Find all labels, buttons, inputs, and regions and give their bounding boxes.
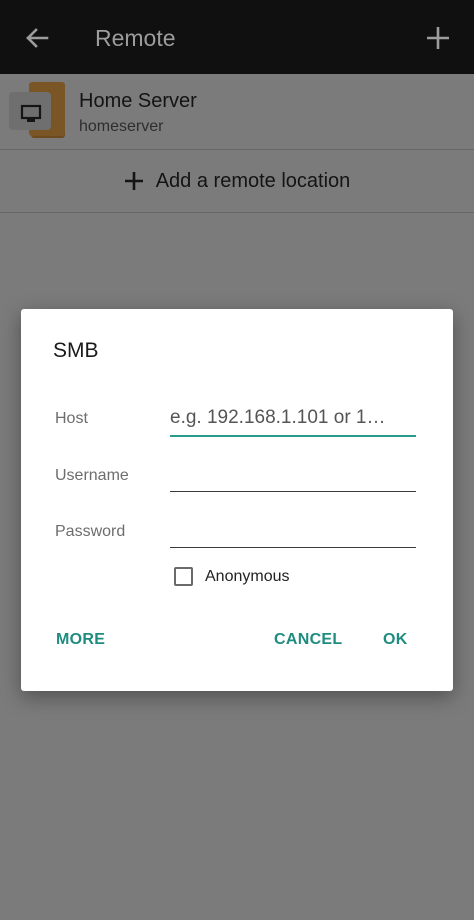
cancel-button[interactable]: CANCEL xyxy=(274,631,342,649)
server-hostname: homeserver xyxy=(79,118,164,135)
server-monitor-icon xyxy=(9,82,65,138)
dialog-title: SMB xyxy=(53,339,99,362)
password-label: Password xyxy=(55,523,126,540)
plus-icon xyxy=(427,27,449,49)
password-input[interactable] xyxy=(170,513,416,548)
server-name: Home Server xyxy=(79,90,197,112)
add-button[interactable] xyxy=(418,18,458,58)
arrow-left-icon xyxy=(26,28,49,48)
back-button[interactable] xyxy=(17,18,57,58)
more-button[interactable]: MORE xyxy=(56,631,105,649)
ok-button[interactable]: OK xyxy=(383,631,408,649)
smb-dialog: SMB Host Username Password Anonymous MOR… xyxy=(21,309,453,691)
anonymous-checkbox[interactable] xyxy=(174,567,193,586)
server-list-item[interactable] xyxy=(0,74,474,148)
add-remote-location-button[interactable]: Add a remote location xyxy=(0,150,474,212)
username-input[interactable] xyxy=(170,457,416,492)
anonymous-checkbox-row[interactable]: Anonymous xyxy=(174,567,290,586)
host-label: Host xyxy=(55,410,88,427)
add-remote-location-label: Add a remote location xyxy=(155,169,351,192)
host-input[interactable] xyxy=(170,401,416,437)
username-label: Username xyxy=(55,467,129,484)
list-divider xyxy=(0,212,474,213)
anonymous-label: Anonymous xyxy=(205,567,290,585)
page-title: Remote xyxy=(95,25,176,51)
plus-icon xyxy=(124,172,143,190)
app-toolbar: Remote xyxy=(0,0,474,74)
